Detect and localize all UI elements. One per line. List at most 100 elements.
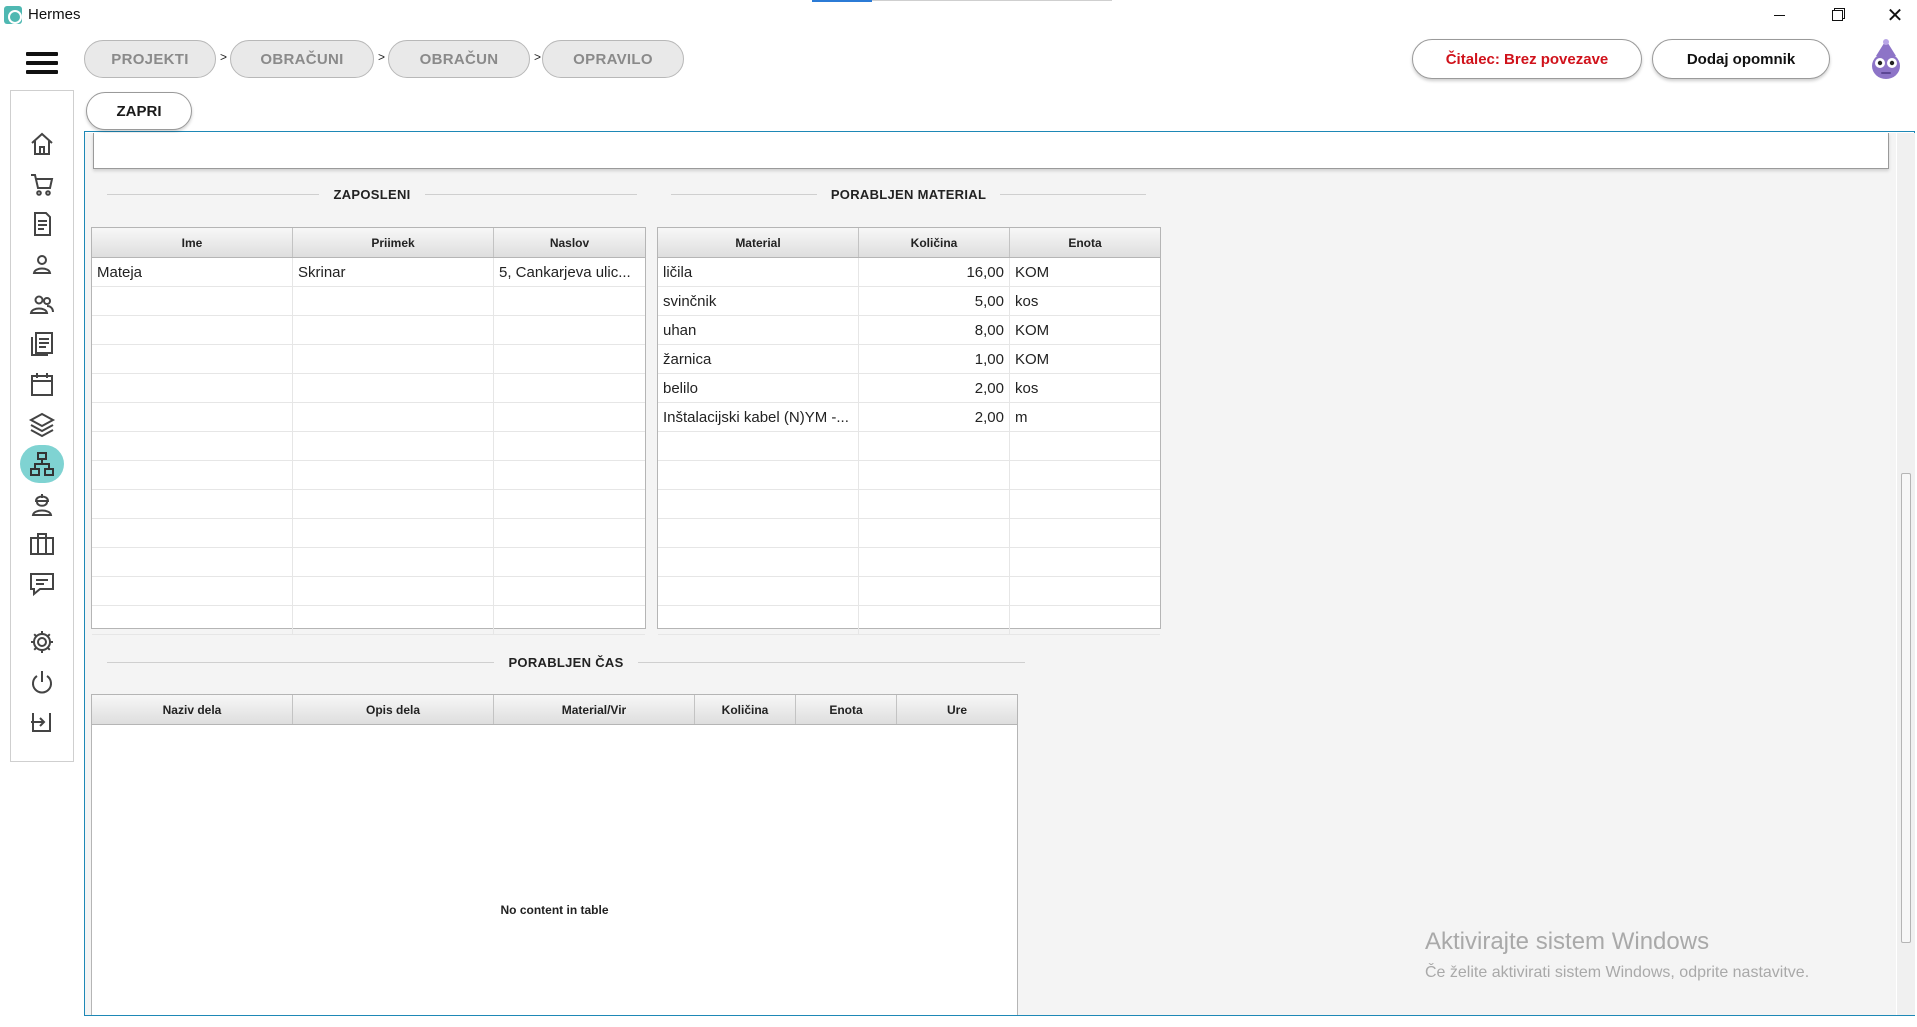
table-cell [658, 606, 859, 634]
column-header[interactable]: Količina [859, 228, 1010, 257]
table-cell [92, 548, 293, 576]
menu-icon[interactable] [26, 52, 58, 74]
close-button[interactable]: ZAPRI [86, 92, 192, 130]
table-row[interactable] [92, 287, 645, 316]
table-cell [92, 345, 293, 373]
calendar-icon[interactable] [20, 365, 64, 403]
table-cell: belilo [658, 374, 859, 402]
table-row[interactable]: svinčnik 5,00 kos [658, 287, 1160, 316]
briefcase-icon[interactable] [20, 525, 64, 563]
table-row[interactable] [658, 606, 1160, 635]
hierarchy-icon[interactable] [20, 445, 64, 483]
column-header[interactable]: Opis dela [293, 695, 494, 724]
table-row[interactable]: ličila 16,00 KOM [658, 258, 1160, 287]
table-row[interactable]: uhan 8,00 KOM [658, 316, 1160, 345]
list-document-icon[interactable] [20, 325, 64, 363]
table-row[interactable] [658, 577, 1160, 606]
reader-status-button[interactable]: Čitalec: Brez povezave [1412, 39, 1642, 79]
table-row[interactable] [92, 461, 645, 490]
table-cell [1010, 606, 1160, 634]
column-header[interactable]: Material/Vir [494, 695, 695, 724]
breadcrumb-obracun[interactable]: OBRAČUN [388, 40, 530, 78]
table-row[interactable] [92, 403, 645, 432]
table-cell [859, 548, 1010, 576]
table-row[interactable] [658, 461, 1160, 490]
table-row[interactable] [92, 345, 645, 374]
table-cell [494, 577, 645, 605]
table-cell [92, 287, 293, 315]
table-cell: Mateja [92, 258, 293, 286]
breadcrumb-opravilo[interactable]: OPRAVILO [542, 40, 684, 78]
time-spent-table[interactable]: Naziv dela Opis dela Material/Vir Količi… [91, 694, 1018, 1015]
top-input-box[interactable] [93, 133, 1889, 169]
avatar[interactable] [1868, 38, 1904, 80]
breadcrumb-obracuni[interactable]: OBRAČUNI [230, 40, 374, 78]
chat-icon[interactable] [20, 565, 64, 603]
table-row[interactable] [658, 432, 1160, 461]
table-cell: kos [1015, 292, 1039, 310]
column-header[interactable]: Enota [796, 695, 897, 724]
column-header[interactable]: Ime [92, 228, 293, 257]
table-cell [92, 374, 293, 402]
app-logo-icon [4, 6, 22, 24]
sidebar [10, 90, 74, 762]
table-row[interactable] [92, 490, 645, 519]
table-row[interactable] [92, 606, 645, 635]
person-icon[interactable] [20, 245, 64, 283]
vertical-scrollbar[interactable] [1897, 133, 1915, 1015]
table-row[interactable] [658, 490, 1160, 519]
column-header[interactable]: Priimek [293, 228, 494, 257]
window-title: Hermes [28, 6, 81, 23]
scrollbar-thumb[interactable] [1901, 473, 1911, 943]
document-icon[interactable] [20, 205, 64, 243]
table-cell [494, 519, 645, 547]
worker-icon[interactable] [20, 485, 64, 523]
employees-table-header: Ime Priimek Naslov [92, 228, 645, 258]
table-cell [293, 461, 494, 489]
table-cell [859, 606, 1010, 634]
table-row[interactable]: Inštalacijski kabel (N)YM -... 2,00 m [658, 403, 1160, 432]
table-cell: KOM [1015, 321, 1050, 339]
title-bar: Hermes ✕ [0, 0, 1917, 30]
table-row[interactable] [92, 432, 645, 461]
breadcrumb-separator: > [220, 50, 228, 64]
column-header[interactable]: Enota [1010, 228, 1160, 257]
people-icon[interactable] [20, 285, 64, 323]
table-cell [494, 316, 645, 344]
table-row[interactable] [658, 548, 1160, 577]
column-header[interactable]: Material [658, 228, 859, 257]
table-row[interactable] [658, 519, 1160, 548]
table-cell [92, 577, 293, 605]
column-header[interactable]: Količina [695, 695, 796, 724]
table-row[interactable]: Mateja Skrinar 5, Cankarjeva ulic... [92, 258, 645, 287]
table-cell: 2,00 [859, 403, 1010, 431]
material-table[interactable]: Material Količina Enota ličila 16,00 KOM sv… [657, 227, 1161, 635]
add-reminder-button[interactable]: Dodaj opomnik [1652, 39, 1830, 79]
breadcrumb-projekti[interactable]: PROJEKTI [84, 40, 216, 78]
activation-watermark-title: Aktivirajte sistem Windows [1425, 928, 1710, 955]
logout-icon[interactable] [20, 703, 64, 741]
power-icon[interactable] [20, 663, 64, 701]
close-window-button[interactable]: ✕ [1866, 0, 1917, 30]
layers-icon[interactable] [20, 405, 64, 443]
table-cell [658, 548, 859, 576]
table-cell: kos [1015, 379, 1039, 397]
table-row[interactable]: žarnica 1,00 KOM [658, 345, 1160, 374]
table-cell [293, 432, 494, 460]
cart-icon[interactable] [20, 165, 64, 203]
gear-icon[interactable] [20, 623, 64, 661]
minimize-button[interactable] [1750, 0, 1808, 30]
table-row[interactable] [92, 548, 645, 577]
table-row[interactable] [92, 577, 645, 606]
column-header[interactable]: Ure [897, 695, 1017, 724]
table-cell [293, 403, 494, 431]
employees-table[interactable]: Ime Priimek Naslov Mateja Skrinar 5, Canka… [91, 227, 646, 635]
maximize-button[interactable] [1808, 0, 1866, 30]
table-row[interactable] [92, 316, 645, 345]
table-row[interactable]: belilo 2,00 kos [658, 374, 1160, 403]
table-row[interactable] [92, 519, 645, 548]
column-header[interactable]: Naslov [494, 228, 645, 257]
home-icon[interactable] [20, 125, 64, 163]
table-row[interactable] [92, 374, 645, 403]
column-header[interactable]: Naziv dela [92, 695, 293, 724]
